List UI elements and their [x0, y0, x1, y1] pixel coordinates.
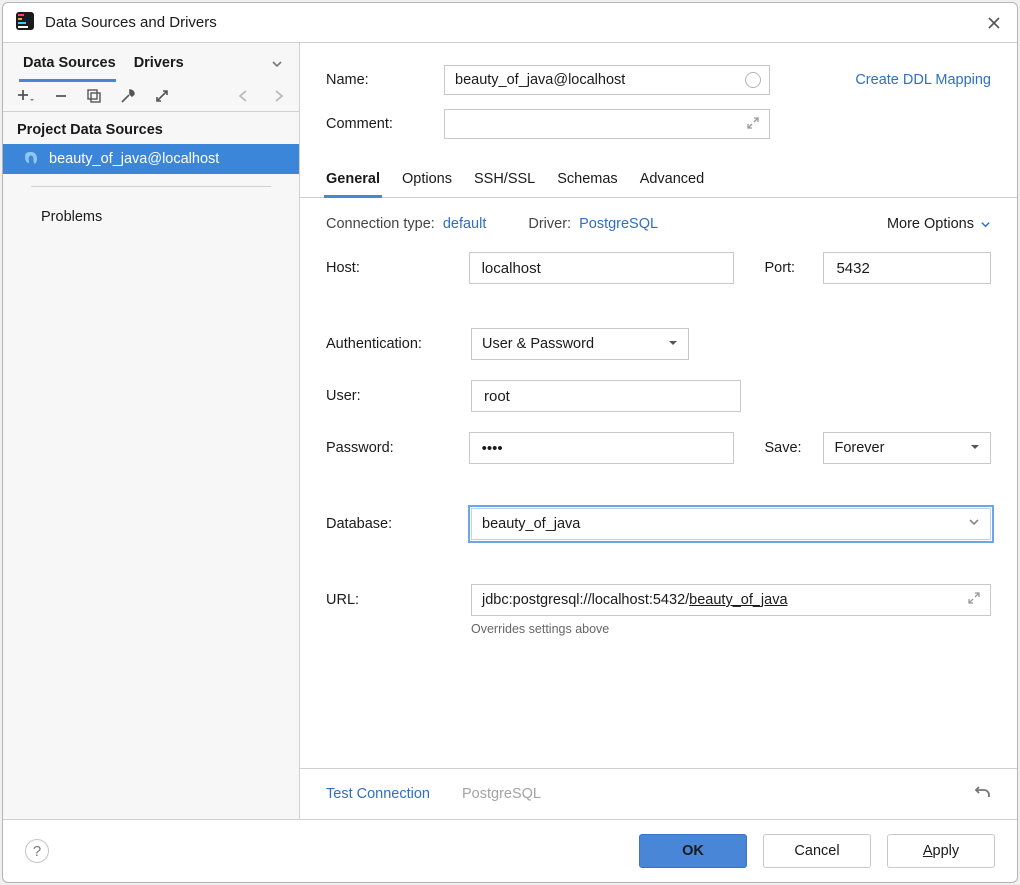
- driver-link[interactable]: PostgreSQL: [579, 216, 658, 232]
- label-name: Name:: [326, 72, 444, 88]
- data-source-item[interactable]: beauty_of_java@localhost: [3, 144, 299, 174]
- url-hint: Overrides settings above: [471, 622, 991, 636]
- comment-input[interactable]: [453, 110, 741, 138]
- postgresql-icon: [23, 151, 39, 167]
- expand-icon[interactable]: [747, 117, 761, 131]
- window-title: Data Sources and Drivers: [45, 14, 217, 31]
- link-create-ddl-mapping[interactable]: Create DDL Mapping: [855, 72, 991, 88]
- label-password: Password:: [326, 440, 469, 456]
- general-section: Connection type: default Driver: Postgre…: [300, 198, 1017, 768]
- name-input[interactable]: [453, 66, 739, 94]
- port-input[interactable]: [834, 253, 980, 283]
- main-tabs: General Options SSH/SSL Schemas Advanced: [300, 157, 1017, 198]
- sidebar-tabs: Data Sources Drivers: [3, 43, 299, 81]
- label-save: Save:: [764, 440, 823, 456]
- chevron-down-icon[interactable]: [271, 58, 283, 70]
- database-combobox[interactable]: beauty_of_java: [471, 508, 991, 540]
- undo-icon[interactable]: [973, 783, 991, 805]
- save-value: Forever: [834, 440, 884, 456]
- test-connection-link[interactable]: Test Connection: [326, 786, 430, 802]
- user-input-wrapper: [471, 380, 741, 412]
- chevron-down-icon: [968, 516, 980, 532]
- copy-icon[interactable]: [87, 89, 101, 103]
- arrow-left-icon[interactable]: [237, 89, 251, 103]
- save-dropdown[interactable]: Forever: [823, 432, 991, 464]
- tab-general[interactable]: General: [326, 163, 380, 197]
- dialog-body: Data Sources Drivers: [3, 43, 1017, 819]
- user-input[interactable]: [482, 381, 730, 411]
- header-form: Name: Create DDL Mapping Comment:: [300, 43, 1017, 157]
- label-comment: Comment:: [326, 116, 444, 132]
- label-user: User:: [326, 388, 471, 404]
- tab-ssh-ssl[interactable]: SSH/SSL: [474, 163, 535, 197]
- sidebar-toolbar: [3, 81, 299, 112]
- label-driver: Driver:: [528, 216, 571, 232]
- port-input-wrapper: [823, 252, 991, 284]
- label-database: Database:: [326, 516, 471, 532]
- wrench-icon[interactable]: [121, 89, 135, 103]
- label-host: Host:: [326, 260, 469, 276]
- more-options-link[interactable]: More Options: [887, 216, 991, 232]
- color-indicator-icon[interactable]: [745, 72, 761, 88]
- label-url: URL:: [326, 592, 471, 608]
- expand-icon[interactable]: [968, 592, 980, 608]
- tab-advanced[interactable]: Advanced: [640, 163, 705, 197]
- chevron-down-icon: [970, 440, 980, 456]
- arrow-right-icon[interactable]: [271, 89, 285, 103]
- apply-button[interactable]: Apply: [887, 834, 995, 868]
- password-input[interactable]: [480, 433, 724, 463]
- tab-schemas[interactable]: Schemas: [557, 163, 617, 197]
- host-input-wrapper: [469, 252, 735, 284]
- cancel-button[interactable]: Cancel: [763, 834, 871, 868]
- label-authentication: Authentication:: [326, 336, 471, 352]
- tab-drivers[interactable]: Drivers: [130, 47, 198, 81]
- sidebar: Data Sources Drivers: [3, 43, 300, 819]
- dialog-data-sources-drivers: Data Sources and Drivers Data Sources Dr…: [2, 2, 1018, 883]
- close-icon[interactable]: [983, 12, 1005, 34]
- comment-input-wrapper: [444, 109, 770, 139]
- dialog-footer: ? OK Cancel Apply: [3, 819, 1017, 882]
- host-input[interactable]: [480, 253, 724, 283]
- url-value: jdbc:postgresql://localhost:5432/beauty_…: [482, 592, 788, 608]
- tab-options[interactable]: Options: [402, 163, 452, 197]
- divider: [31, 186, 271, 187]
- url-input-wrapper[interactable]: jdbc:postgresql://localhost:5432/beauty_…: [471, 584, 991, 616]
- remove-icon[interactable]: [55, 90, 67, 102]
- database-value: beauty_of_java: [482, 516, 580, 532]
- titlebar: Data Sources and Drivers: [3, 3, 1017, 43]
- section-header-project-data-sources: Project Data Sources: [3, 112, 299, 144]
- external-link-icon[interactable]: [155, 89, 169, 103]
- name-input-wrapper: [444, 65, 770, 95]
- add-icon[interactable]: [17, 89, 35, 103]
- data-source-item-label: beauty_of_java@localhost: [49, 151, 219, 167]
- password-input-wrapper: [469, 432, 735, 464]
- label-connection-type: Connection type:: [326, 216, 435, 232]
- label-port: Port:: [764, 260, 823, 276]
- authentication-dropdown[interactable]: User & Password: [471, 328, 689, 360]
- connection-type-link[interactable]: default: [443, 216, 487, 232]
- sidebar-item-problems[interactable]: Problems: [3, 199, 299, 235]
- driver-name-label: PostgreSQL: [462, 786, 541, 802]
- authentication-value: User & Password: [482, 336, 594, 352]
- main-panel: Name: Create DDL Mapping Comment:: [300, 43, 1017, 819]
- tab-data-sources[interactable]: Data Sources: [19, 47, 130, 81]
- chevron-down-icon: [668, 336, 678, 352]
- help-icon[interactable]: ?: [25, 839, 49, 863]
- ok-button[interactable]: OK: [639, 834, 747, 868]
- app-icon: [15, 11, 35, 35]
- test-connection-strip: Test Connection PostgreSQL: [300, 768, 1017, 819]
